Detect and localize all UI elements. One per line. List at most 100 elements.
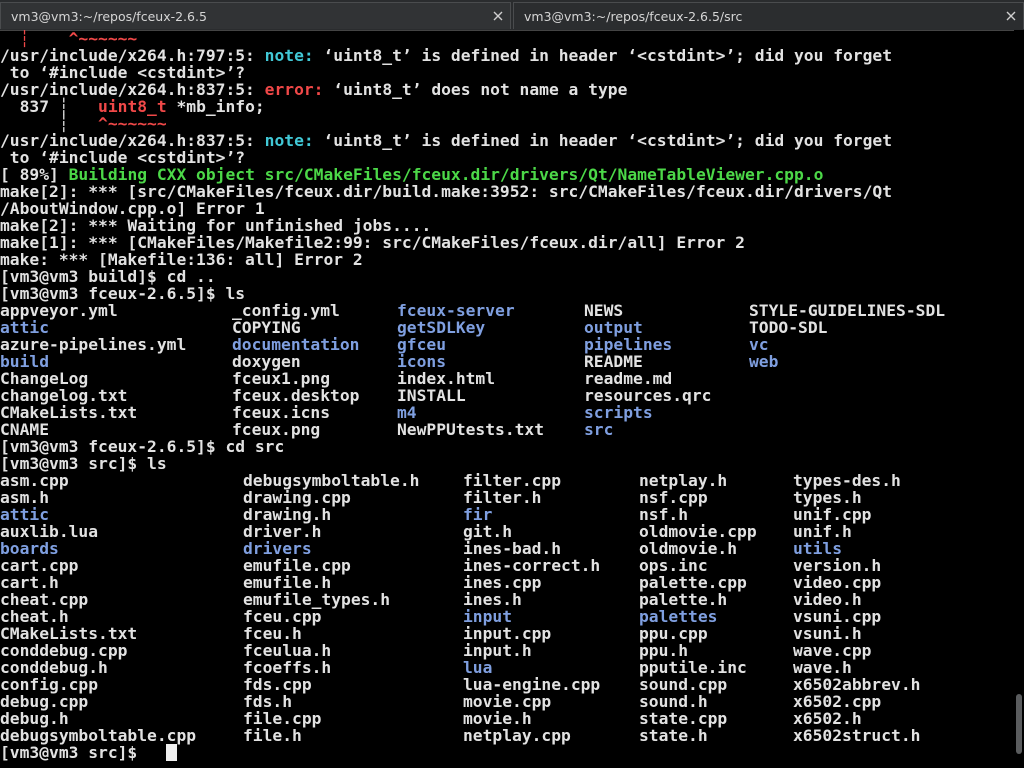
file-entry: state.cpp	[639, 709, 728, 728]
tab-title: vm3@vm3:~/repos/fceux-2.6.5/src	[524, 9, 743, 24]
file-entry: cheat.h	[0, 607, 69, 626]
directory-entry: pipelines	[584, 335, 673, 354]
file-entry: fceu.cpp	[243, 607, 322, 626]
output-line: ┆ ^~~~~~~	[0, 30, 138, 47]
file-entry: TODO-SDL	[749, 318, 828, 337]
file-entry: drawing.h	[243, 505, 332, 524]
command-line: [vm3@vm3 src]$ ls	[0, 455, 167, 472]
file-entry: file.cpp	[243, 709, 322, 728]
file-entry: COPYING	[232, 318, 301, 337]
file-entry: appveyor.yml	[0, 301, 118, 320]
file-entry: CMakeLists.txt	[0, 403, 138, 422]
file-entry: STYLE-GUIDELINES-SDL	[749, 301, 946, 320]
file-entry: git.h	[463, 522, 513, 541]
text-cursor	[166, 744, 177, 761]
file-entry: ines.cpp	[463, 573, 542, 592]
output-line: /usr/include/x264.h:837:5: error: ‘uint8…	[0, 81, 627, 98]
file-entry: vsuni.cpp	[793, 607, 882, 626]
file-entry: ppu.h	[639, 641, 689, 660]
file-entry: _config.yml	[232, 301, 340, 320]
file-entry: doxygen	[232, 352, 301, 371]
file-entry: unif.cpp	[793, 505, 872, 524]
file-entry: index.html	[397, 369, 496, 388]
file-entry: vsuni.h	[793, 624, 862, 643]
file-entry: ines-bad.h	[463, 539, 562, 558]
output-line: [ 89%] Building CXX object src/CMakeFile…	[0, 166, 823, 183]
close-icon[interactable]	[492, 10, 504, 22]
directory-entry: documentation	[232, 335, 360, 354]
file-entry: fds.h	[243, 692, 293, 711]
output-segment: *mb_info;	[166, 97, 265, 116]
file-entry: file.h	[243, 726, 302, 745]
file-entry: asm.h	[0, 488, 50, 507]
tab-fceux-root[interactable]: vm3@vm3:~/repos/fceux-2.6.5	[0, 2, 511, 29]
output-line: to ‘#include <cstdint>’?	[0, 64, 245, 81]
directory-entry: fir	[463, 505, 493, 524]
output-line: make[2]: *** Waiting for unfinished jobs…	[0, 217, 431, 234]
file-entry: fceu.h	[243, 624, 302, 643]
output-line: [vm3@vm3 build]$ cd ..	[0, 268, 216, 285]
directory-entry: palettes	[639, 607, 718, 626]
file-entry: lua-engine.cpp	[463, 675, 601, 694]
directory-entry: getSDLKey	[397, 318, 486, 337]
file-entry: palette.cpp	[639, 573, 747, 592]
output-segment: note:	[264, 46, 314, 65]
output-segment: ‘uint8_t’ is defined in header ‘<cstdint…	[313, 131, 893, 150]
file-entry: nsf.cpp	[639, 488, 708, 507]
file-entry: fceux.png	[232, 420, 321, 439]
file-entry: conddebug.h	[0, 658, 108, 677]
file-entry: fceulua.h	[243, 641, 332, 660]
file-entry: movie.h	[463, 709, 532, 728]
file-entry: emufile.cpp	[243, 556, 351, 575]
file-entry: wave.cpp	[793, 641, 872, 660]
file-entry: x6502abbrev.h	[793, 675, 921, 694]
file-entry: version.h	[793, 556, 882, 575]
file-entry: state.h	[639, 726, 708, 745]
file-entry: CMakeLists.txt	[0, 624, 138, 643]
directory-entry: scripts	[584, 403, 653, 422]
file-entry: asm.cpp	[0, 471, 69, 490]
file-entry: emufile_types.h	[243, 590, 391, 609]
file-entry: driver.h	[243, 522, 322, 541]
file-entry: NewPPUtests.txt	[397, 420, 545, 439]
output-line: to ‘#include <cstdint>’?	[0, 149, 245, 166]
file-entry: ops.inc	[639, 556, 708, 575]
scrollbar-thumb[interactable]	[1016, 694, 1022, 754]
file-entry: NEWS	[584, 301, 624, 320]
file-entry: filter.cpp	[463, 471, 562, 490]
file-entry: emufile.h	[243, 573, 332, 592]
file-entry: wave.h	[793, 658, 852, 677]
file-entry: fceux.desktop	[232, 386, 360, 405]
file-entry: readme.md	[584, 369, 673, 388]
file-entry: ines.h	[463, 590, 522, 609]
file-entry: video.h	[793, 590, 862, 609]
tab-fceux-src[interactable]: vm3@vm3:~/repos/fceux-2.6.5/src	[513, 2, 1024, 29]
close-icon[interactable]	[1005, 10, 1017, 22]
terminal-output[interactable]: ┆ ^~~~~~~/usr/include/x264.h:797:5: note…	[0, 30, 1014, 768]
file-entry: types.h	[793, 488, 862, 507]
file-entry: ppu.cpp	[639, 624, 708, 643]
directory-entry: src	[584, 420, 614, 439]
file-entry: ChangeLog	[0, 369, 89, 388]
directory-entry: attic	[0, 318, 50, 337]
file-entry: fcoeffs.h	[243, 658, 332, 677]
directory-entry: fceux-server	[397, 301, 515, 320]
file-entry: debugsymboltable.cpp	[0, 726, 197, 745]
file-entry: config.cpp	[0, 675, 99, 694]
terminal-window: vm3@vm3:~/repos/fceux-2.6.5 vm3@vm3:~/re…	[0, 0, 1024, 768]
file-entry: debug.cpp	[0, 692, 89, 711]
file-entry: fceux.icns	[232, 403, 331, 422]
directory-entry: icons	[397, 352, 447, 371]
output-line: /usr/include/x264.h:797:5: note: ‘uint8_…	[0, 47, 892, 64]
file-entry: netplay.h	[639, 471, 728, 490]
file-entry: fceux1.png	[232, 369, 331, 388]
output-line: make[2]: *** [src/CMakeFiles/fceux.dir/b…	[0, 183, 892, 200]
file-entry: types-des.h	[793, 471, 901, 490]
directory-entry: boards	[0, 539, 59, 558]
directory-entry: output	[584, 318, 643, 337]
scrollbar-track[interactable]	[1014, 30, 1024, 768]
tab-bar: vm3@vm3:~/repos/fceux-2.6.5 vm3@vm3:~/re…	[0, 0, 1024, 31]
output-segment: note:	[264, 131, 314, 150]
directory-entry: build	[0, 352, 50, 371]
file-entry: sound.cpp	[639, 675, 728, 694]
